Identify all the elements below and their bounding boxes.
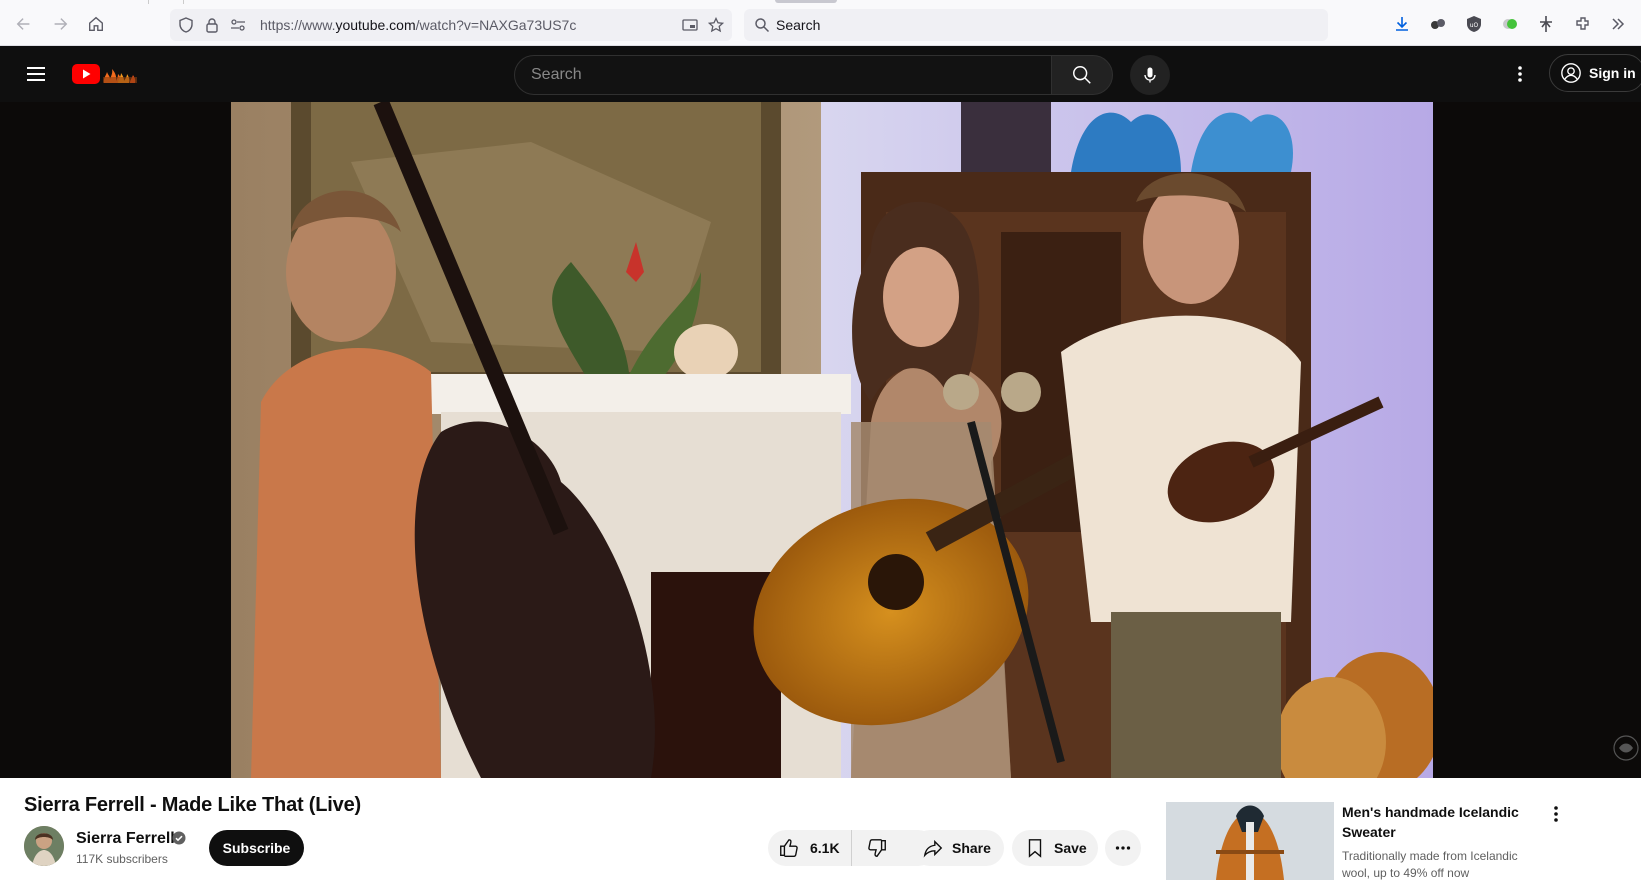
youtube-masthead: Sign in — [0, 46, 1641, 102]
video-frame — [231, 102, 1433, 778]
share-icon — [923, 839, 943, 858]
ad-thumbnail[interactable] — [1166, 802, 1334, 880]
extension-icon — [1503, 19, 1517, 29]
voice-search-button[interactable] — [1130, 55, 1170, 95]
ad-title[interactable]: Men's handmade Icelandic Sweater — [1342, 802, 1532, 842]
video-player[interactable] — [231, 102, 1433, 778]
search-icon — [1073, 66, 1091, 84]
forward-icon — [54, 18, 68, 30]
ad-description: Traditionally made from Icelandic wool, … — [1342, 849, 1518, 880]
like-count: 6.1K — [810, 840, 840, 856]
mic-icon — [1144, 67, 1156, 83]
subscriber-count: 117K subscribers — [76, 852, 168, 866]
verified-icon — [172, 831, 186, 845]
extension-button-pin[interactable] — [1536, 14, 1556, 34]
ad-image — [1166, 802, 1334, 880]
ublock-button[interactable]: uO — [1464, 14, 1484, 34]
download-icon — [1396, 17, 1408, 31]
search-icon — [755, 18, 770, 33]
extension-icon — [1431, 19, 1445, 29]
youtube-logo[interactable] — [71, 61, 147, 87]
share-label: Share — [952, 840, 991, 856]
tab-strip-edge — [0, 0, 1641, 4]
guide-menu-button[interactable] — [22, 60, 50, 88]
extension-button-glasses[interactable] — [1428, 14, 1448, 34]
active-tab-indicator — [775, 0, 837, 3]
like-dislike-group: 6.1K — [768, 830, 936, 866]
tab-divider — [148, 0, 149, 4]
ad-menu-button[interactable] — [1546, 802, 1566, 826]
channel-name[interactable]: Sierra Ferrell — [76, 830, 175, 848]
browser-search-label: Search — [776, 17, 821, 33]
player-container — [0, 102, 1641, 778]
video-details: Sierra Ferrell - Made Like That (Live) S… — [0, 778, 1641, 880]
downloads-button[interactable] — [1392, 14, 1412, 34]
kebab-icon — [1518, 66, 1522, 82]
extension-icon — [1576, 17, 1589, 30]
extension-icon — [1540, 16, 1552, 32]
video-title: Sierra Ferrell - Made Like That (Live) — [24, 794, 361, 816]
shield-icon[interactable] — [178, 17, 194, 33]
kebab-icon — [1554, 806, 1558, 822]
sign-in-button[interactable]: Sign in — [1549, 54, 1641, 92]
more-icon — [1115, 846, 1131, 850]
overflow-menu-button[interactable] — [1608, 14, 1628, 34]
youtube-search-box[interactable] — [514, 55, 1052, 95]
extension-button-green[interactable] — [1500, 14, 1520, 34]
settings-menu-button[interactable] — [1508, 60, 1532, 88]
share-button[interactable]: Share — [912, 830, 1004, 866]
browser-toolbar: https://www.youtube.com/watch?v=NAXGa73U… — [0, 0, 1641, 46]
channel-avatar[interactable] — [24, 826, 64, 866]
save-button[interactable]: Save — [1012, 830, 1098, 866]
thumbs-down-icon — [868, 839, 886, 857]
url-path: /watch?v=NAXGa73US7c — [415, 17, 577, 33]
url-bar[interactable]: https://www.youtube.com/watch?v=NAXGa73U… — [170, 9, 732, 41]
thumbs-up-icon — [780, 839, 798, 857]
subscribe-button[interactable]: Subscribe — [209, 830, 304, 866]
sign-in-label: Sign in — [1589, 65, 1636, 81]
channel-watermark[interactable] — [1611, 726, 1641, 766]
youtube-search-button[interactable] — [1051, 55, 1113, 95]
star-icon[interactable] — [708, 17, 724, 33]
forward-button[interactable] — [48, 12, 72, 36]
home-icon — [89, 16, 103, 31]
avatar-image — [24, 826, 64, 866]
back-icon — [16, 18, 30, 30]
ublock-icon: uO — [1467, 16, 1481, 32]
more-actions-button[interactable] — [1105, 830, 1141, 866]
youtube-search-input[interactable] — [515, 56, 1051, 94]
back-button[interactable] — [12, 12, 36, 36]
save-label: Save — [1054, 840, 1087, 856]
picture-in-picture-icon[interactable] — [682, 17, 698, 33]
url-prefix: https://www. — [260, 17, 336, 33]
like-button[interactable]: 6.1K — [768, 830, 852, 866]
tab-divider — [183, 0, 184, 4]
permissions-icon[interactable] — [230, 17, 246, 33]
svg-text:uO: uO — [1470, 22, 1479, 29]
url-domain: youtube.com — [335, 17, 416, 33]
home-button[interactable] — [84, 12, 108, 36]
browser-search-bar[interactable]: Search — [744, 9, 1328, 41]
dislike-button[interactable] — [852, 830, 902, 866]
extensions-menu-button[interactable] — [1572, 14, 1592, 34]
lock-icon[interactable] — [204, 17, 220, 33]
chevron-double-right-icon — [1612, 18, 1625, 30]
bookmark-icon — [1028, 839, 1042, 858]
account-icon — [1561, 63, 1581, 83]
menu-icon — [27, 67, 45, 81]
url-text[interactable]: https://www.youtube.com/watch?v=NAXGa73U… — [260, 17, 576, 33]
